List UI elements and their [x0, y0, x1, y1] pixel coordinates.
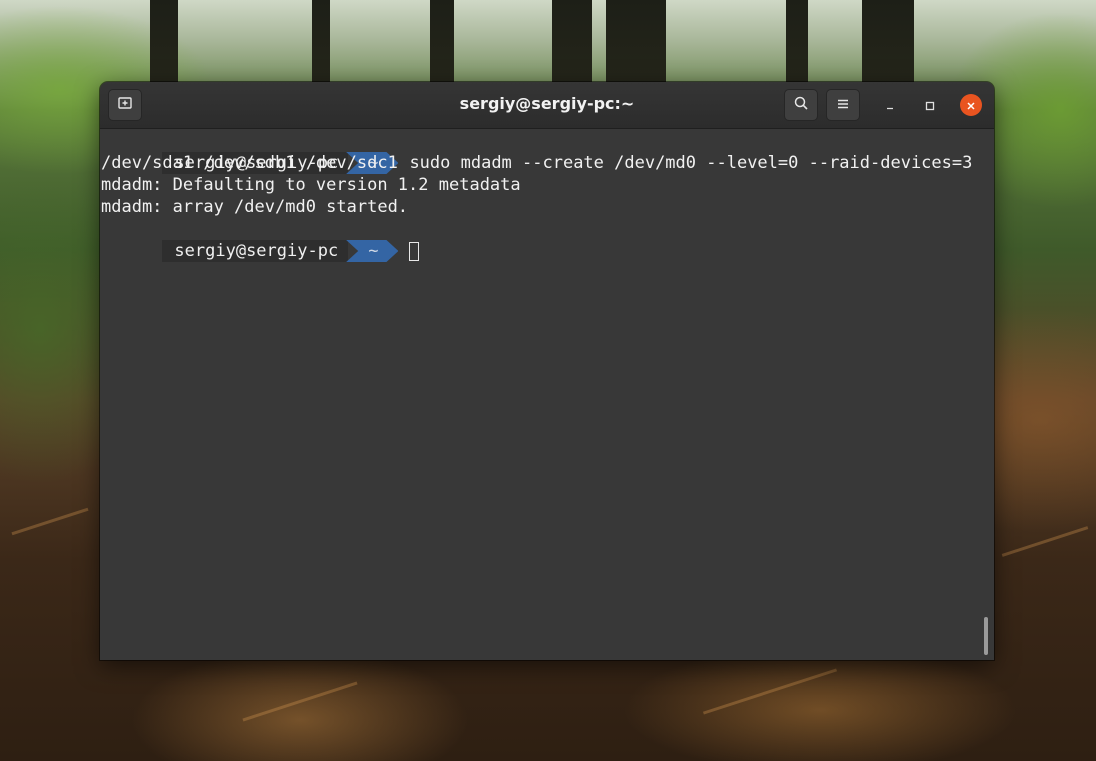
- background-needle: [702, 668, 838, 715]
- prompt-line: sergiy@sergiy-pc ~: [101, 218, 420, 262]
- prompt-user-host: sergiy@sergiy-pc: [162, 240, 349, 262]
- output-line: /dev/sda1 /dev/sdb1 /dev/sdc1: [101, 153, 398, 173]
- output-line: mdadm: array /dev/md0 started.: [101, 197, 409, 217]
- search-icon: [793, 95, 809, 115]
- titlebar[interactable]: sergiy@sergiy-pc:~: [100, 82, 994, 129]
- output-line: mdadm: Defaulting to version 1.2 metadat…: [101, 175, 521, 195]
- menu-button[interactable]: [826, 89, 860, 121]
- background-needle: [242, 681, 358, 722]
- text-cursor: [409, 242, 420, 261]
- close-button[interactable]: [960, 94, 982, 116]
- prompt-directory: ~: [346, 240, 398, 262]
- hamburger-menu-icon: [836, 96, 850, 115]
- search-button[interactable]: [784, 89, 818, 121]
- prompt-line: sergiy@sergiy-pc ~ sudo mdadm --create /de…: [101, 130, 972, 174]
- minimize-button[interactable]: [879, 94, 901, 116]
- scrollbar[interactable]: [984, 617, 988, 655]
- maximize-icon: [925, 96, 935, 115]
- command-text: sudo mdadm --create /dev/md0 --level=0 -…: [409, 153, 973, 173]
- terminal-output-area[interactable]: sergiy@sergiy-pc ~ sudo mdadm --create /de…: [100, 129, 994, 660]
- background-needle: [11, 507, 89, 536]
- minimize-icon: [885, 96, 895, 115]
- background-needle: [1001, 526, 1089, 557]
- close-icon: [966, 96, 976, 115]
- maximize-button[interactable]: [919, 94, 941, 116]
- terminal-window: sergiy@sergiy-pc:~ sergiy@sergiy-pc ~ su…: [100, 82, 994, 660]
